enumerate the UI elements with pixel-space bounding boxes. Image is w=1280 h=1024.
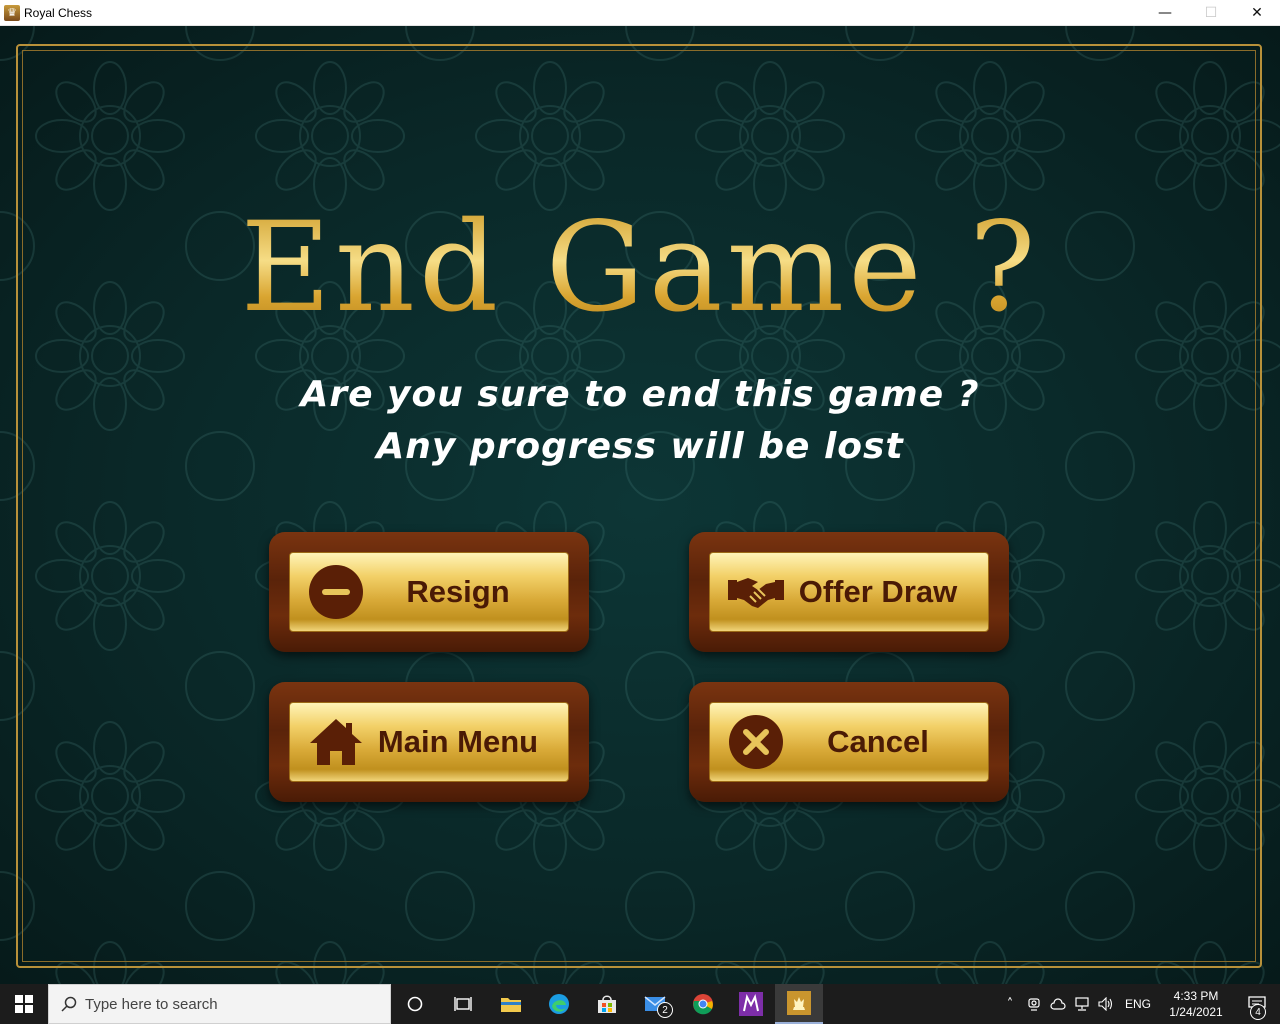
onedrive-cloud-icon[interactable] xyxy=(1046,998,1070,1010)
window-title-bar: ♛ Royal Chess — ☐ ✕ xyxy=(0,0,1280,26)
cortana-button[interactable] xyxy=(391,984,439,1024)
store-button[interactable] xyxy=(583,984,631,1024)
resign-label: Resign xyxy=(406,574,510,609)
maximize-button[interactable]: ☐ xyxy=(1188,0,1234,26)
cancel-label: Cancel xyxy=(827,724,929,759)
system-tray: ˄ ENG 4:33 PM 1/24/2021 4 xyxy=(998,984,1280,1024)
task-view-button[interactable] xyxy=(439,984,487,1024)
handshake-icon xyxy=(728,564,784,620)
confirm-message: Are you sure to end this game ? xyxy=(300,374,980,415)
input-language-indicator[interactable]: ENG xyxy=(1118,997,1158,1011)
media-app-button[interactable] xyxy=(727,984,775,1024)
game-area: End Game ? Are you sure to end this game… xyxy=(0,26,1280,984)
taskbar-clock[interactable]: 4:33 PM 1/24/2021 xyxy=(1158,988,1234,1020)
chess-app-taskbar-icon xyxy=(787,991,811,1015)
notification-count-badge: 4 xyxy=(1250,1004,1266,1020)
window-controls: — ☐ ✕ xyxy=(1142,0,1280,26)
taskbar-search-box[interactable]: Type here to search xyxy=(48,984,391,1024)
mail-unread-badge: 2 xyxy=(657,1002,673,1018)
chrome-icon xyxy=(693,994,713,1015)
chrome-button[interactable] xyxy=(679,984,727,1024)
camera-icon[interactable] xyxy=(1022,997,1046,1011)
chess-app-icon: ♛ xyxy=(4,4,20,21)
offer-draw-button[interactable]: Offer Draw xyxy=(689,532,1009,652)
folder-icon xyxy=(501,998,521,1012)
clock-date: 1/24/2021 xyxy=(1169,1005,1223,1019)
media-app-icon xyxy=(739,992,763,1016)
minimize-button[interactable]: — xyxy=(1142,0,1188,26)
main-menu-label: Main Menu xyxy=(377,724,539,759)
volume-icon[interactable] xyxy=(1094,997,1118,1011)
royal-chess-taskbar-button[interactable] xyxy=(775,984,823,1024)
cancel-button-face: Cancel xyxy=(709,702,989,782)
main-menu-button-face: Main Menu xyxy=(289,702,569,782)
task-view-icon xyxy=(454,997,472,1011)
file-explorer-button[interactable] xyxy=(487,984,535,1024)
store-bag-icon xyxy=(598,995,616,1013)
close-button[interactable]: ✕ xyxy=(1234,0,1280,26)
windows-logo-icon xyxy=(15,995,33,1013)
action-center-button[interactable]: 4 xyxy=(1234,984,1280,1024)
window-title: Royal Chess xyxy=(24,5,93,20)
edge-browser-button[interactable] xyxy=(535,984,583,1024)
progress-warning: Any progress will be lost xyxy=(376,426,904,467)
clock-time: 4:33 PM xyxy=(1173,989,1219,1003)
cancel-button[interactable]: Cancel xyxy=(689,682,1009,802)
windows-taskbar: Type here to search 2 ˄ ENG 4:33 PM 1/24… xyxy=(0,984,1280,1024)
show-hidden-icons-chevron-icon[interactable]: ˄ xyxy=(998,997,1022,1012)
resign-button[interactable]: Resign xyxy=(269,532,589,652)
gold-frame-inner xyxy=(22,50,1256,962)
offer-draw-button-face: Offer Draw xyxy=(709,552,989,632)
minus-circle-icon xyxy=(308,564,364,620)
network-icon[interactable] xyxy=(1070,997,1094,1011)
search-icon xyxy=(61,996,77,1012)
main-menu-button[interactable]: Main Menu xyxy=(269,682,589,802)
start-button[interactable] xyxy=(0,984,48,1024)
mail-button[interactable]: 2 xyxy=(631,984,679,1024)
search-placeholder: Type here to search xyxy=(85,995,218,1013)
cortana-circle-icon xyxy=(407,996,423,1012)
dialog-heading: End Game ? xyxy=(0,196,1280,340)
home-icon xyxy=(308,714,364,770)
resign-button-face: Resign xyxy=(289,552,569,632)
edge-icon xyxy=(549,994,569,1014)
x-circle-icon xyxy=(728,714,784,770)
offer-draw-label: Offer Draw xyxy=(798,574,958,609)
